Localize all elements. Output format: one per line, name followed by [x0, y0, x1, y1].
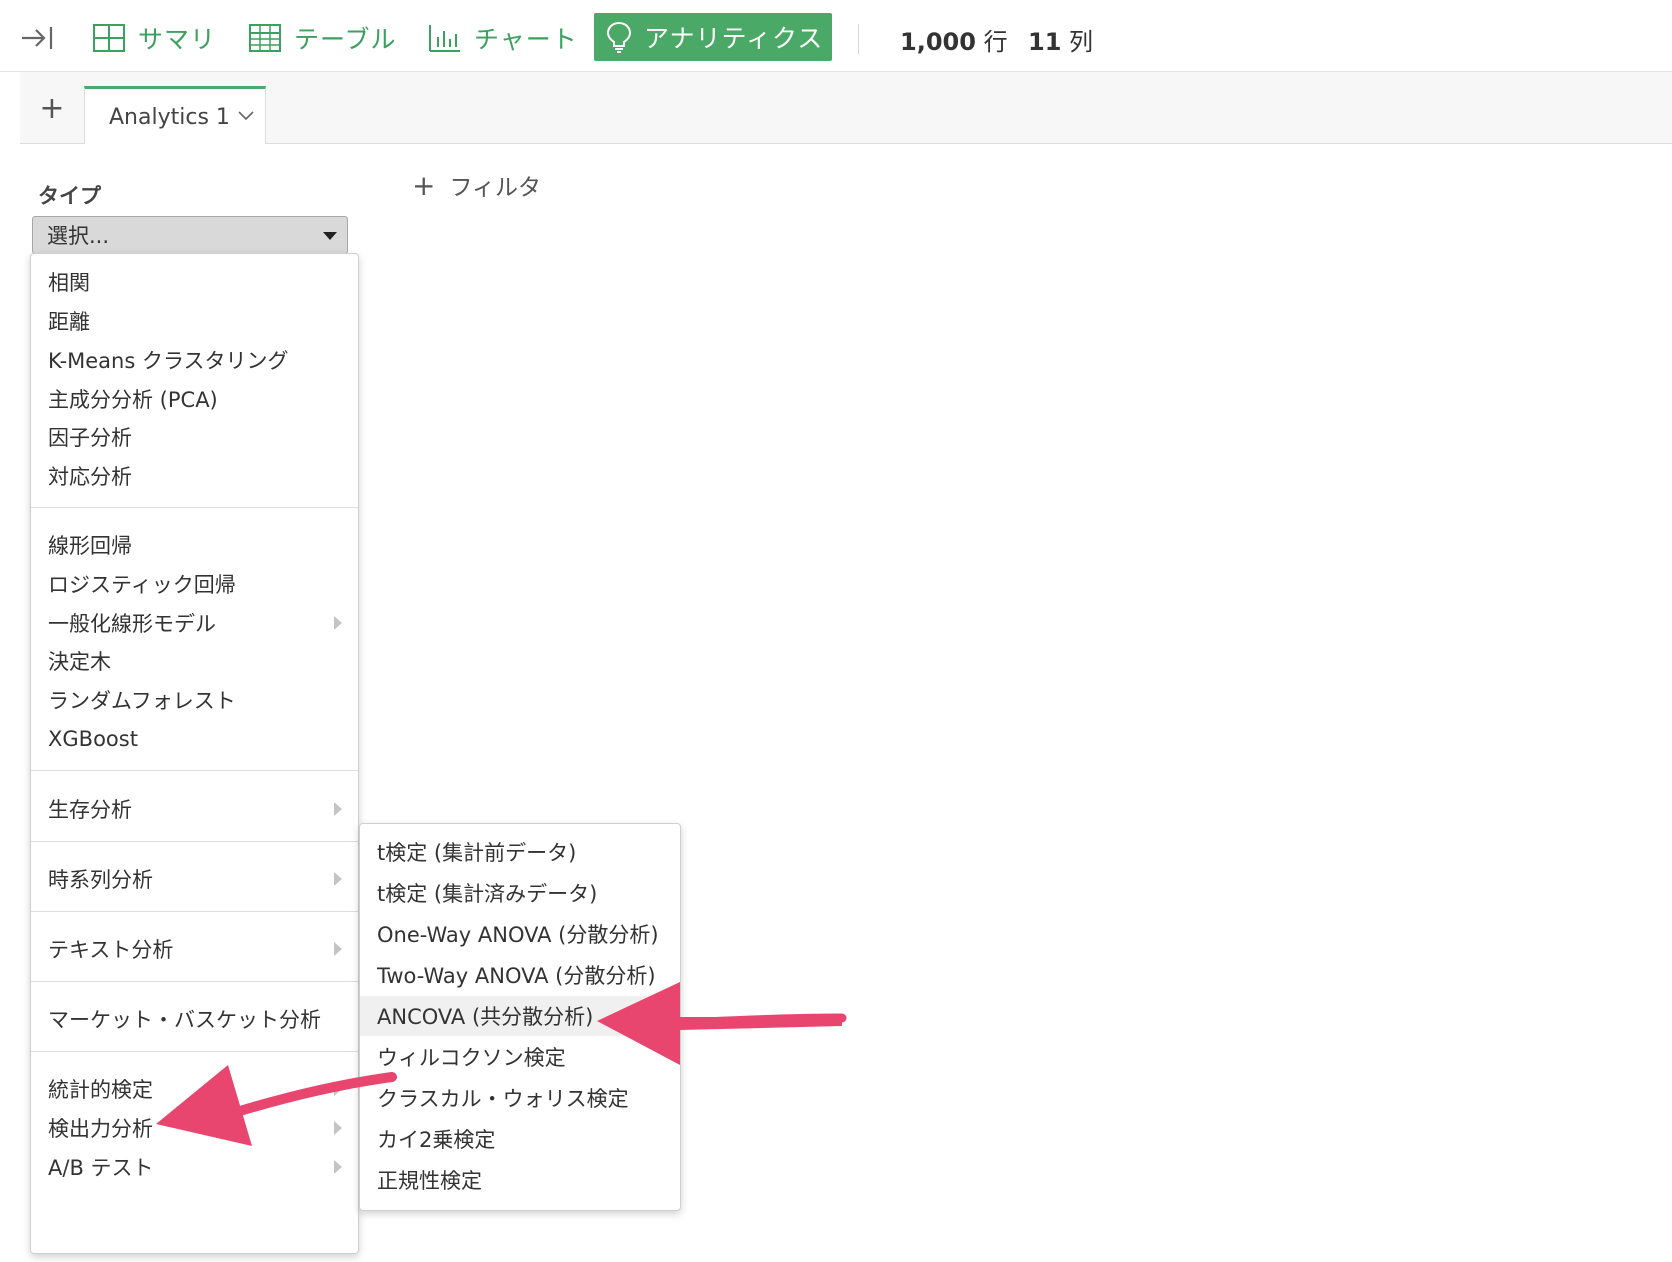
menu-item-ab-test-label: A/B テスト	[48, 1156, 154, 1180]
tab-label: Analytics 1	[109, 104, 230, 130]
menu-item-text-analysis-label: テキスト分析	[48, 938, 174, 962]
column-count-value: 11	[1028, 28, 1062, 56]
add-tab-button[interactable]: +	[34, 90, 70, 126]
lightbulb-icon	[606, 21, 632, 53]
plus-icon: +	[412, 168, 436, 202]
menu-divider	[31, 1051, 358, 1052]
add-filter-button[interactable]: + フィルタ	[412, 168, 541, 202]
collapse-sidebar-button[interactable]	[20, 14, 66, 62]
row-count: 1,000 行	[900, 22, 1008, 57]
menu-item-pca[interactable]: 主成分分析 (PCA)	[31, 379, 358, 419]
chart-view-button[interactable]: チャート	[428, 14, 578, 62]
column-count: 11 列	[1028, 22, 1093, 57]
menu-item-linear-regression[interactable]: 線形回帰	[31, 525, 358, 565]
menu-item-survival-label: 生存分析	[48, 798, 132, 822]
menu-item-xgboost[interactable]: XGBoost	[31, 719, 358, 759]
summary-label: サマリ	[138, 25, 217, 54]
table-view-button[interactable]: テーブル	[248, 14, 397, 62]
menu-item-power-analysis[interactable]: 検出力分析	[31, 1108, 358, 1148]
tab-analytics-1[interactable]: Analytics 1	[84, 86, 266, 145]
submenu-item-kruskal-wallis[interactable]: クラスカル・ウォリス検定	[360, 1078, 680, 1118]
menu-divider	[31, 911, 358, 912]
type-label: タイプ	[38, 184, 101, 208]
menu-item-correlation[interactable]: 相関	[31, 262, 358, 302]
statistical-test-submenu: t検定 (集計前データ) t検定 (集計済みデータ) One-Way ANOVA…	[359, 823, 681, 1211]
menu-item-statistical-test[interactable]: 統計的検定	[31, 1069, 358, 1109]
chevron-right-icon	[334, 616, 342, 630]
menu-item-glm[interactable]: 一般化線形モデル	[31, 603, 358, 643]
menu-item-survival-analysis[interactable]: 生存分析	[31, 789, 358, 829]
submenu-item-t-test-raw[interactable]: t検定 (集計前データ)	[360, 832, 680, 872]
menu-item-decision-tree[interactable]: 決定木	[31, 641, 358, 681]
chevron-down-icon[interactable]	[238, 109, 254, 125]
menu-item-statistical-test-label: 統計的検定	[48, 1078, 153, 1102]
submenu-item-two-way-anova[interactable]: Two-Way ANOVA (分散分析)	[360, 955, 680, 995]
chevron-right-icon	[334, 872, 342, 886]
submenu-item-ancova[interactable]: ANCOVA (共分散分析)	[360, 996, 680, 1036]
menu-divider	[31, 770, 358, 771]
menu-item-glm-label: 一般化線形モデル	[48, 612, 216, 636]
chevron-right-icon	[334, 1082, 342, 1096]
menu-item-market-basket[interactable]: マーケット・バスケット分析	[31, 999, 358, 1039]
filter-label: フィルタ	[449, 175, 542, 201]
menu-item-distance[interactable]: 距離	[31, 301, 358, 341]
type-select[interactable]: 選択...	[32, 216, 348, 254]
submenu-item-wilcoxon[interactable]: ウィルコクソン検定	[360, 1037, 680, 1077]
chevron-right-icon	[334, 942, 342, 956]
menu-item-power-analysis-label: 検出力分析	[48, 1117, 153, 1141]
menu-item-time-series[interactable]: 時系列分析	[31, 859, 358, 899]
menu-item-random-forest[interactable]: ランダムフォレスト	[31, 680, 358, 720]
menu-item-correspondence-analysis[interactable]: 対応分析	[31, 456, 358, 496]
collapse-icon	[22, 27, 53, 49]
summary-grid-icon	[93, 24, 125, 52]
caret-down-icon	[323, 232, 337, 240]
top-toolbar: サマリ テーブル チャート アナリティクス 1,000 行 11 列	[0, 0, 1672, 72]
submenu-item-one-way-anova[interactable]: One-Way ANOVA (分散分析)	[360, 914, 680, 954]
table-icon	[249, 24, 281, 52]
menu-divider	[31, 507, 358, 508]
menu-item-ab-test[interactable]: A/B テスト	[31, 1147, 358, 1187]
analytics-view-button[interactable]: アナリティクス	[594, 13, 832, 61]
chevron-right-icon	[334, 802, 342, 816]
bar-chart-icon	[429, 25, 460, 52]
row-count-unit: 行	[983, 28, 1008, 56]
table-label: テーブル	[294, 25, 397, 54]
chevron-right-icon	[334, 1121, 342, 1135]
menu-item-kmeans[interactable]: K-Means クラスタリング	[31, 340, 358, 380]
type-select-value: 選択...	[47, 224, 110, 248]
menu-divider	[31, 981, 358, 982]
analytics-tab-bar: + Analytics 1	[20, 72, 1672, 145]
menu-item-time-series-label: 時系列分析	[48, 868, 153, 892]
chart-label: チャート	[474, 25, 578, 54]
menu-divider	[31, 841, 358, 842]
toolbar-divider	[858, 24, 859, 54]
submenu-item-normality-test[interactable]: 正規性検定	[360, 1160, 680, 1200]
row-count-value: 1,000	[900, 28, 976, 56]
submenu-item-chi-square[interactable]: カイ2乗検定	[360, 1119, 680, 1159]
chevron-right-icon	[334, 1160, 342, 1174]
column-count-unit: 列	[1069, 28, 1094, 56]
analytics-label: アナリティクス	[644, 24, 824, 53]
summary-view-button[interactable]: サマリ	[92, 14, 216, 62]
menu-item-text-analysis[interactable]: テキスト分析	[31, 929, 358, 969]
submenu-item-t-test-aggregated[interactable]: t検定 (集計済みデータ)	[360, 873, 680, 913]
type-dropdown-menu: 相関 距離 K-Means クラスタリング 主成分分析 (PCA) 因子分析 対…	[30, 253, 359, 1254]
menu-item-logistic-regression[interactable]: ロジスティック回帰	[31, 564, 358, 604]
menu-item-factor-analysis[interactable]: 因子分析	[31, 417, 358, 457]
